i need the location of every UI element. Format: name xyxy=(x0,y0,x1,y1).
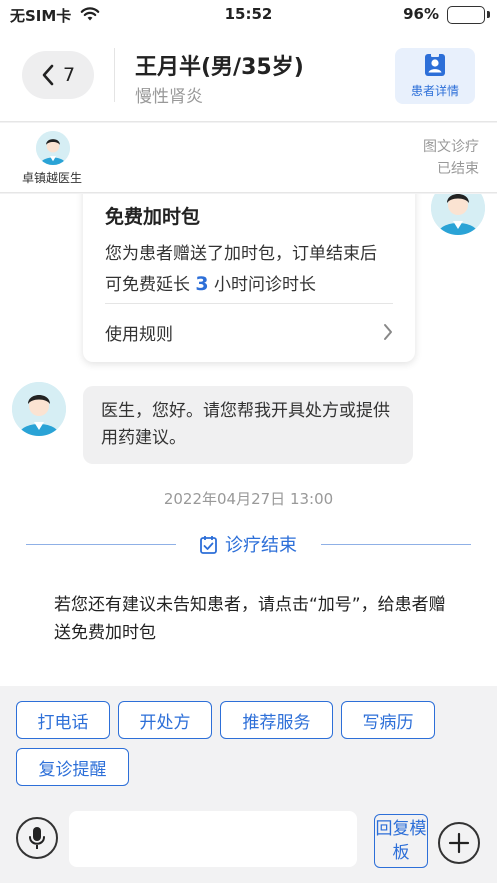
card-hours: 3 xyxy=(195,273,209,295)
consult-status: 已结束 xyxy=(437,161,479,177)
doctor-avatar[interactable] xyxy=(36,131,70,165)
patient-diagnosis: 慢性肾炎 xyxy=(135,87,203,107)
patient-name: 王月半(男/35岁) xyxy=(135,55,304,80)
unread-count: 7 xyxy=(62,64,76,86)
consult-ended-divider: 诊疗结束 xyxy=(26,529,471,559)
plus-icon xyxy=(448,832,470,854)
card-body-suffix: 小时问诊时长 xyxy=(214,275,317,295)
prescribe-button[interactable]: 开处方 xyxy=(118,701,212,739)
microphone-icon xyxy=(29,827,45,849)
consult-ended-text: 诊疗结束 xyxy=(225,535,297,556)
divider-line-left xyxy=(26,543,176,545)
nav-bar: 7 王月半(男/35岁) 慢性肾炎 患者详情 xyxy=(0,30,497,122)
patient-detail-label: 患者详情 xyxy=(410,84,459,98)
battery-icon: ⚡ xyxy=(447,6,485,24)
calendar-check-icon xyxy=(200,535,217,554)
card-body: 您为患者赠送了加时包，订单结束后可免费延长 3 小时问诊时长 xyxy=(105,239,393,300)
message-input[interactable] xyxy=(69,811,357,867)
usage-rules-label: 使用规则 xyxy=(105,324,173,345)
chevron-right-icon xyxy=(384,324,392,340)
patient-message-avatar[interactable] xyxy=(12,382,66,436)
write-record-button[interactable]: 写病历 xyxy=(341,701,435,739)
divider-line-right xyxy=(321,543,471,545)
reply-template-button[interactable]: 回复模板 xyxy=(374,814,428,868)
nav-divider xyxy=(114,48,115,102)
card-divider xyxy=(105,303,393,304)
time-pack-card[interactable]: 免费加时包 您为患者赠送了加时包，订单结束后可免费延长 3 小时问诊时长 使用规… xyxy=(83,194,415,362)
usage-rules-link[interactable]: 使用规则 xyxy=(105,312,393,352)
battery-percent: 96% xyxy=(403,5,439,23)
chevron-left-icon xyxy=(42,64,54,86)
id-badge-icon xyxy=(425,53,445,76)
call-button[interactable]: 打电话 xyxy=(16,701,110,739)
voice-button[interactable] xyxy=(16,817,58,859)
input-bar: 回复模板 xyxy=(0,798,497,883)
consult-info-bar: 卓镇越医生 图文诊疗 已结束 xyxy=(0,123,497,193)
battery-cap xyxy=(487,11,490,18)
doctor-message-avatar[interactable] xyxy=(431,194,485,235)
extension-notice: 若您还有建议未告知患者，请点击“加号”，给患者赠送免费加时包 xyxy=(54,595,446,643)
patient-detail-button[interactable]: 患者详情 xyxy=(395,48,475,104)
follow-up-reminder-button[interactable]: 复诊提醒 xyxy=(16,748,129,786)
patient-message-bubble[interactable]: 医生，您好。请您帮我开具处方或提供用药建议。 xyxy=(83,386,413,464)
message-timestamp: 2022年04月27日 13:00 xyxy=(163,490,334,508)
chat-area[interactable]: 免费加时包 您为患者赠送了加时包，订单结束后可免费延长 3 小时问诊时长 使用规… xyxy=(0,194,497,686)
add-button[interactable] xyxy=(438,822,480,864)
doctor-name: 卓镇越医生 xyxy=(22,171,83,185)
quick-actions-bar: 打电话 开处方 推荐服务 写病历 复诊提醒 xyxy=(0,686,497,798)
back-button[interactable]: 7 xyxy=(22,51,94,99)
card-title: 免费加时包 xyxy=(105,206,201,228)
consult-type: 图文诊疗 xyxy=(423,139,479,155)
recommend-service-button[interactable]: 推荐服务 xyxy=(220,701,333,739)
consult-ended-label: 诊疗结束 xyxy=(176,531,321,557)
status-bar: 无SIM卡 15:52 96% ⚡ xyxy=(0,0,497,30)
